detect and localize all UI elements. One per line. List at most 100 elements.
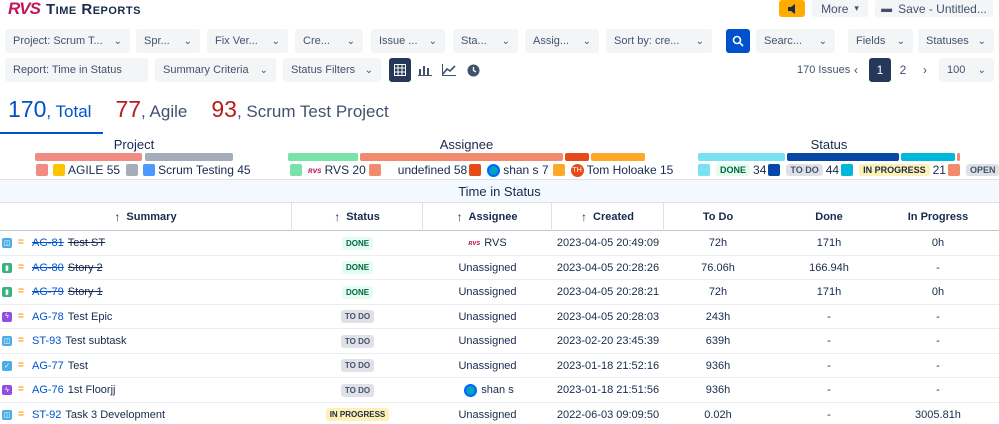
page-size-dropdown[interactable]: 100 ⌄ <box>939 58 994 82</box>
scrum-test-project-label[interactable]: , Scrum Test Project <box>237 102 389 122</box>
assignee-cell: Unassigned <box>423 354 552 378</box>
legend-count: 21 <box>932 163 946 177</box>
table-row[interactable]: ϟ = AG-76 1st Floorjj TO DO shan s 2023-01-18 … <box>0 378 999 403</box>
table-row[interactable]: ▮ = AG-79 Story 1 DONE Unassigned 2023-04-05 2… <box>0 280 999 305</box>
issue-summary: Test subtask <box>65 335 127 347</box>
report-label: Report: Time in Status <box>13 64 122 76</box>
filter-project[interactable]: Project: Scrum T... ⌄ <box>5 29 130 53</box>
project-bar-scrum[interactable] <box>145 153 233 161</box>
filter-issue-type[interactable]: Issue ... ⌄ <box>371 29 445 53</box>
grid-view-button[interactable] <box>389 58 411 82</box>
report-type-dropdown[interactable]: Report: Time in Status <box>5 58 148 82</box>
statuses-dropdown[interactable]: Statuses ⌄ <box>918 29 994 53</box>
col-created[interactable]: ↑ Created <box>552 203 664 231</box>
filter-label: Cre... <box>303 35 330 47</box>
assignee-bar-rvs[interactable] <box>288 153 358 161</box>
project-avatar-icon <box>53 164 65 176</box>
chevron-down-icon: ⌄ <box>113 35 122 47</box>
status-lozenge: DONE <box>716 164 751 176</box>
prev-page-button[interactable]: ‹ <box>849 58 863 82</box>
issue-key-link[interactable]: ST-93 <box>32 335 61 347</box>
status-lozenge: IN PROGRESS <box>859 164 930 176</box>
col-summary[interactable]: ↑ Summary <box>0 203 292 231</box>
assignee-bar-undefined[interactable] <box>360 153 563 161</box>
search-dropdown[interactable]: Searc... ⌄ <box>756 29 835 53</box>
chevron-down-icon: ⌄ <box>183 35 192 47</box>
notification-button[interactable] <box>779 0 805 17</box>
sort-by-dropdown[interactable]: Sort by: cre... ⌄ <box>606 29 712 53</box>
col-assignee[interactable]: ↑ Assignee <box>423 203 552 231</box>
page-2-button[interactable]: 2 <box>892 58 914 82</box>
line-chart-view-button[interactable] <box>438 58 460 82</box>
col-done[interactable]: Done <box>772 203 886 231</box>
assignee-name: Unassigned <box>458 408 517 421</box>
priority-medium-icon: = <box>18 335 24 346</box>
total-count[interactable]: 170 <box>8 96 46 123</box>
save-button[interactable]: ▬ Save - Untitled... <box>875 0 993 17</box>
filter-status[interactable]: Sta... ⌄ <box>453 29 518 53</box>
issue-key-link[interactable]: AG-78 <box>32 311 64 323</box>
assignee-bar-tom[interactable] <box>591 153 645 161</box>
summary-cell: ϟ = AG-76 1st Floorjj <box>0 378 292 402</box>
status-lozenge: TO DO <box>340 359 375 372</box>
status-bar-todo[interactable] <box>787 153 899 161</box>
status-bar-inprogress[interactable] <box>901 153 955 161</box>
fields-dropdown[interactable]: Fields ⌄ <box>848 29 913 53</box>
agile-count[interactable]: 77 <box>115 96 141 123</box>
chevron-down-icon: ▾ <box>854 3 859 13</box>
total-label[interactable]: , Total <box>46 102 91 122</box>
issue-key-link[interactable]: AG-79 <box>32 286 64 298</box>
status-filters-dropdown[interactable]: Status Filters ⌄ <box>283 58 381 82</box>
created-cell: 2023-01-18 21:51:56 <box>556 384 660 396</box>
legend-swatch <box>698 164 710 176</box>
col-status[interactable]: ↑ Status <box>292 203 423 231</box>
filter-fix-version[interactable]: Fix Ver... ⌄ <box>207 29 288 53</box>
issue-key-link[interactable]: AG-81 <box>32 237 64 249</box>
report-toolbar: Report: Time in Status Summary Criteria ⌄… <box>0 58 999 82</box>
scrum-test-project-count[interactable]: 93 <box>211 96 237 123</box>
table-row[interactable]: ▮ = AG-80 Story 2 DONE Unassigned 2023-04-05 2… <box>0 256 999 280</box>
col-label: Done <box>815 211 843 223</box>
status-bar-done[interactable] <box>698 153 785 161</box>
col-todo[interactable]: To Do <box>664 203 772 231</box>
time-view-button[interactable] <box>462 58 484 82</box>
done-cell: 171h <box>816 286 842 298</box>
legend-swatch <box>368 164 381 176</box>
table-row[interactable]: ◫ = ST-93 Test subtask TO DO Unassigned 2023-0… <box>0 329 999 354</box>
next-page-button[interactable]: › <box>918 58 932 82</box>
search-button[interactable] <box>726 29 750 53</box>
bar-chart-view-button[interactable] <box>414 58 436 82</box>
issue-key-link[interactable]: ST-92 <box>32 409 61 421</box>
filter-assignee[interactable]: Assig... ⌄ <box>525 29 599 53</box>
page-1-button[interactable]: 1 <box>869 58 891 82</box>
todo-cell: 72h <box>708 237 728 249</box>
filter-created[interactable]: Cre... ⌄ <box>295 29 363 53</box>
status-bar-open[interactable] <box>957 153 960 161</box>
table-row[interactable]: ◫ = AG-81 Test ST DONE ʀᴠs RVS 2023-04-05 20:49… <box>0 231 999 256</box>
issue-key-link[interactable]: AG-80 <box>32 262 64 274</box>
filter-sprint[interactable]: Spr... ⌄ <box>136 29 200 53</box>
agile-label[interactable]: , Agile <box>141 102 187 122</box>
summary-criteria-dropdown[interactable]: Summary Criteria ⌄ <box>155 58 276 82</box>
legend-count: 58 <box>453 163 468 177</box>
assignee-bar-shan[interactable] <box>565 153 589 161</box>
table-row[interactable]: ϟ = AG-78 Test Epic TO DO Unassigned 2023-04-0… <box>0 305 999 329</box>
table-row[interactable]: ◫ = ST-92 Task 3 Development IN PROGRESS Unas… <box>0 403 999 424</box>
status-lozenge: TO DO <box>786 164 823 176</box>
table-row[interactable]: ✓ = AG-77 Test TO DO Unassigned 2023-01-18 21:… <box>0 354 999 378</box>
group-title: Status <box>810 137 848 152</box>
more-button[interactable]: More ▾ <box>812 0 868 17</box>
col-inprogress[interactable]: In Progress <box>886 203 990 231</box>
issue-key-link[interactable]: AG-76 <box>32 384 64 396</box>
col-label: To Do <box>702 211 734 223</box>
issue-key-link[interactable]: AG-77 <box>32 360 64 372</box>
inprogress-cell: 0h <box>931 237 945 249</box>
inprogress-cell: 3005.81h <box>915 408 961 421</box>
assignee-cell: Unassigned <box>423 256 552 280</box>
subtask-type-icon: ◫ <box>2 409 12 420</box>
filter-label: Assig... <box>533 35 570 47</box>
line-chart-icon <box>442 64 456 76</box>
project-bar-agile[interactable] <box>35 153 142 161</box>
sort-arrow-icon: ↑ <box>456 210 463 224</box>
chevron-left-icon: ‹ <box>854 63 858 77</box>
